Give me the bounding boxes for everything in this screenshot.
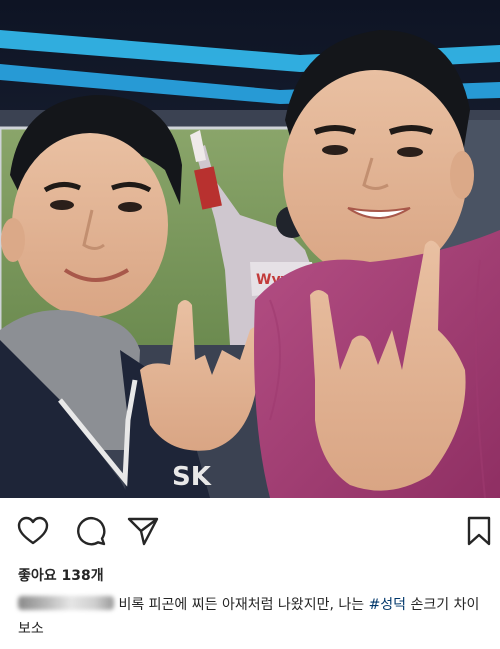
like-button[interactable]	[16, 514, 50, 548]
heart-icon	[17, 516, 49, 545]
paper-plane-icon	[127, 517, 159, 546]
caption-username-blurred[interactable]	[18, 596, 114, 610]
comment-icon	[77, 517, 106, 546]
photo-illustration: Wyvern	[0, 0, 500, 498]
bookmark-button[interactable]	[462, 514, 496, 548]
jersey-text: SK	[172, 462, 212, 492]
bookmark-icon	[467, 516, 491, 546]
share-button[interactable]	[126, 514, 160, 548]
action-bar	[0, 508, 500, 552]
instagram-post: Wyvern	[0, 0, 500, 649]
post-photo[interactable]: Wyvern	[0, 0, 500, 498]
likes-count[interactable]: 좋아요 138개	[18, 565, 104, 585]
caption-text-before: 비록 피곤에 찌든 아재처럼 나왔지만, 나는	[114, 597, 369, 613]
comment-button[interactable]	[74, 514, 108, 548]
post-caption: 비록 피곤에 찌든 아재처럼 나왔지만, 나는 #성덕 손크기 차이보소	[18, 593, 484, 641]
caption-hashtag[interactable]: #성덕	[369, 597, 407, 613]
